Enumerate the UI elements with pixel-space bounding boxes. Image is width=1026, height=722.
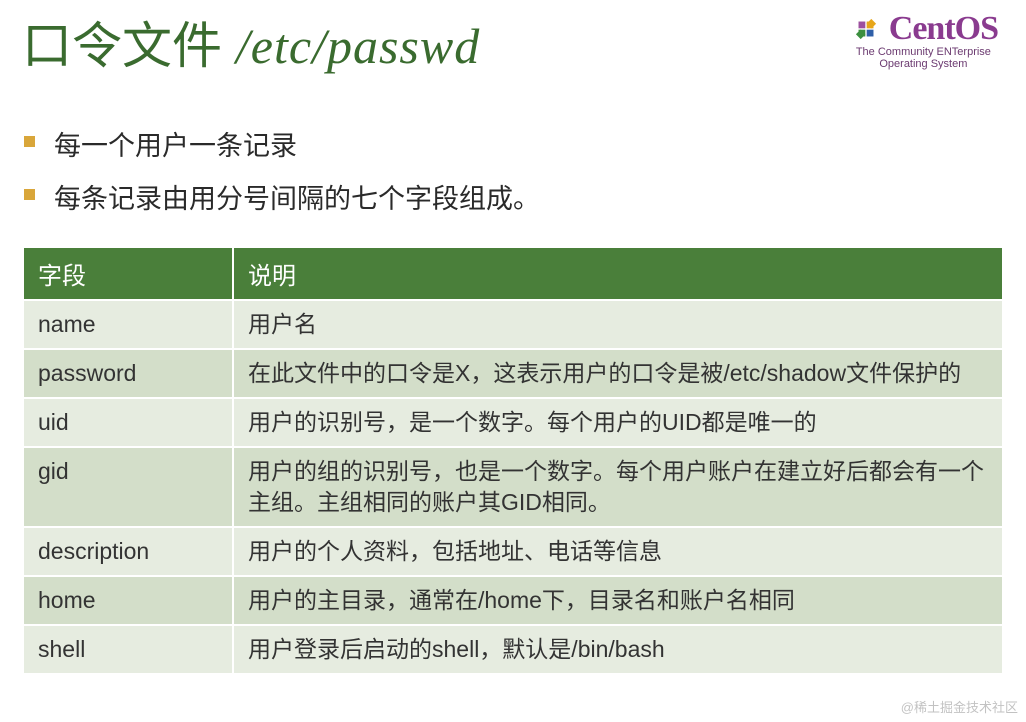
th-desc: 说明 [233,247,1003,300]
slide-content: 口令文件 /etc/passwd CentOS The C [0,0,1026,675]
centos-logo-icon [849,12,883,46]
table-row: shell 用户登录后启动的shell，默认是/bin/bash [23,625,1003,674]
table-row: description 用户的个人资料，包括地址、电话等信息 [23,527,1003,576]
table-row: gid 用户的组的识别号，也是一个数字。每个用户账户在建立好后都会有一个主组。主… [23,447,1003,527]
bullet-item: 每条记录由用分号间隔的七个字段组成。 [24,177,1004,216]
logo-tagline: The Community ENTerprise Operating Syste… [849,46,998,70]
centos-logo: CentOS The Community ENTerprise Operatin… [849,8,1004,70]
fields-table: 字段 说明 name 用户名 password 在此文件中的口令是X，这表示用户… [22,246,1004,675]
table-row: uid 用户的识别号，是一个数字。每个用户的UID都是唯一的 [23,398,1003,447]
table-row: name 用户名 [23,300,1003,349]
watermark: @稀土掘金技术社区 [901,697,1018,716]
table-row: password 在此文件中的口令是X，这表示用户的口令是被/etc/shado… [23,349,1003,398]
table-header-row: 字段 说明 [23,247,1003,300]
logo-text: CentOS [889,10,998,48]
title-cn: 口令文件 [22,18,222,74]
title-path: /etc/passwd [236,18,480,74]
bullet-list: 每一个用户一条记录 每条记录由用分号间隔的七个字段组成。 [24,124,1004,216]
th-field: 字段 [23,247,233,300]
table-row: home 用户的主目录，通常在/home下，目录名和账户名相同 [23,576,1003,625]
bullet-item: 每一个用户一条记录 [24,124,1004,163]
header: 口令文件 /etc/passwd CentOS The C [22,8,1004,76]
page-title: 口令文件 /etc/passwd [22,8,480,76]
